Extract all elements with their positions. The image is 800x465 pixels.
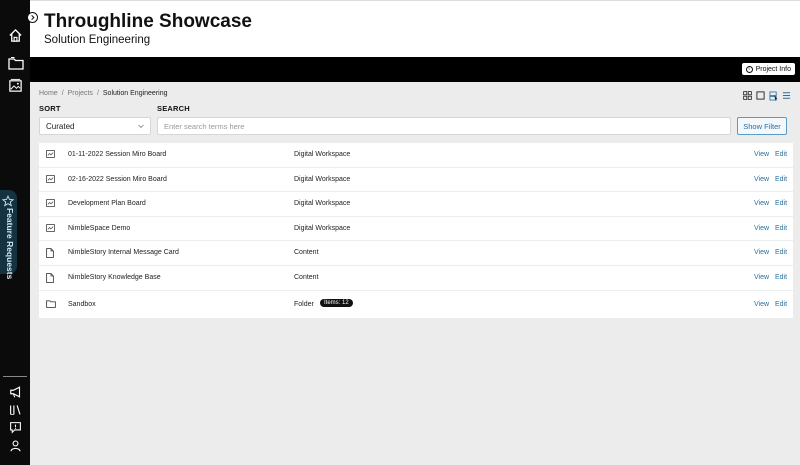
workspace-icon	[46, 150, 55, 159]
item-name[interactable]: NimbleStory Internal Message Card	[68, 249, 179, 256]
workspace-icon	[46, 223, 55, 233]
project-toolbar: i Project Info	[30, 57, 800, 82]
item-name[interactable]: NimbleSpace Demo	[68, 225, 130, 232]
breadcrumb-projects[interactable]: Projects	[68, 90, 93, 97]
list-item[interactable]: NimbleStory Internal Message Card Conten…	[39, 241, 793, 266]
item-type: Digital Workspace	[294, 224, 351, 232]
feature-requests-tab[interactable]: Feature Requests	[0, 190, 17, 280]
item-name[interactable]: Sandbox	[68, 301, 96, 308]
image-gallery-icon[interactable]	[7, 77, 24, 94]
list-item[interactable]: 02-16-2022 Session Miro Board Digital Wo…	[39, 168, 793, 193]
page-title: Throughline Showcase	[44, 11, 252, 32]
breadcrumb-current: Solution Engineering	[102, 90, 168, 97]
sort-label: SORT	[39, 104, 61, 113]
item-name[interactable]: 02-16-2022 Session Miro Board	[68, 176, 167, 183]
workspace-icon	[46, 174, 55, 184]
view-link[interactable]: View	[754, 225, 769, 232]
chevron-right-icon	[31, 14, 35, 21]
feedback-icon[interactable]	[7, 419, 24, 436]
search-label: SEARCH	[157, 104, 190, 113]
list-view-icon[interactable]	[782, 91, 791, 100]
user-icon[interactable]	[7, 437, 24, 454]
grid-view-icon[interactable]	[743, 91, 752, 100]
edit-link[interactable]: Edit	[775, 200, 787, 207]
breadcrumb-home[interactable]: Home	[39, 90, 58, 97]
search-input[interactable]	[157, 117, 731, 135]
info-icon: i	[745, 65, 753, 73]
item-type: Folder	[294, 300, 314, 308]
view-link[interactable]: View	[754, 274, 769, 281]
list-item[interactable]: Sandbox Folder Items: 12 View Edit	[39, 291, 793, 318]
list-item[interactable]: NimbleSpace Demo Digital Workspace View …	[39, 217, 793, 242]
star-icon	[1, 194, 15, 207]
document-icon	[46, 248, 55, 259]
item-type: Digital Workspace	[294, 200, 351, 208]
folder-icon[interactable]	[7, 54, 24, 71]
show-filter-button[interactable]: Show Filter	[737, 117, 787, 135]
workspace-icon	[46, 199, 55, 208]
project-info-label: Project Info	[755, 65, 791, 73]
sort-value: Curated	[46, 122, 75, 131]
items-list: 01-11-2022 Session Miro Board Digital Wo…	[39, 143, 793, 318]
view-link[interactable]: View	[754, 249, 769, 256]
home-icon[interactable]	[7, 27, 24, 44]
edit-link[interactable]: Edit	[775, 176, 787, 183]
item-name[interactable]: 01-11-2022 Session Miro Board	[68, 151, 166, 158]
card-view-icon[interactable]	[756, 91, 765, 100]
item-count-badge: Items: 12	[320, 298, 353, 307]
item-name[interactable]: NimbleStory Knowledge Base	[68, 274, 161, 281]
list-item[interactable]: 01-11-2022 Session Miro Board Digital Wo…	[39, 143, 793, 168]
view-link[interactable]: View	[754, 176, 769, 183]
view-link[interactable]: View	[754, 200, 769, 207]
item-name[interactable]: Development Plan Board	[68, 200, 146, 207]
breadcrumb: Home / Projects / Solution Engineering	[39, 90, 168, 97]
folder-icon	[46, 299, 56, 309]
sort-select[interactable]: Curated	[39, 117, 151, 135]
edit-link[interactable]: Edit	[775, 151, 787, 158]
view-link[interactable]: View	[754, 151, 769, 158]
view-link[interactable]: View	[754, 301, 769, 308]
collapse-sidebar-button[interactable]	[27, 12, 38, 23]
item-type: Content	[294, 273, 319, 281]
edit-link[interactable]: Edit	[775, 301, 787, 308]
compact-view-icon[interactable]	[769, 91, 778, 101]
rail-divider	[3, 376, 27, 377]
edit-link[interactable]: Edit	[775, 249, 787, 256]
edit-link[interactable]: Edit	[775, 225, 787, 232]
megaphone-icon[interactable]	[7, 383, 24, 400]
item-type: Digital Workspace	[294, 151, 351, 158]
feature-requests-label: Feature Requests	[5, 208, 15, 280]
project-info-button[interactable]: i Project Info	[741, 63, 795, 75]
edit-link[interactable]: Edit	[775, 274, 787, 281]
view-mode-switcher	[743, 91, 791, 101]
page-subtitle: Solution Engineering	[44, 34, 151, 46]
document-icon	[46, 273, 55, 283]
list-item[interactable]: NimbleStory Knowledge Base Content View …	[39, 266, 793, 291]
library-icon[interactable]	[7, 401, 24, 418]
item-type: Content	[294, 249, 319, 257]
item-type: Digital Workspace	[294, 175, 351, 183]
page-header: Throughline Showcase Solution Engineerin…	[30, 0, 800, 57]
chevron-down-icon	[137, 122, 145, 132]
list-item[interactable]: Development Plan Board Digital Workspace…	[39, 192, 793, 217]
